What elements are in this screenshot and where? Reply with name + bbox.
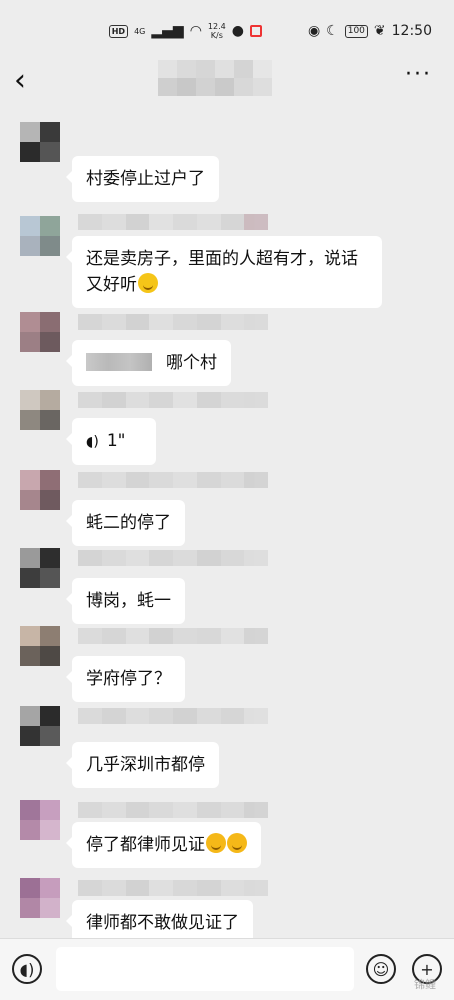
signal-icon: ▂▄▆ [151, 23, 184, 39]
message-input[interactable] [56, 947, 354, 991]
wifi-icon: ◠ [189, 23, 202, 39]
message-bubble[interactable]: 博岗，蚝一 [66, 578, 185, 624]
message-text: 蚝二的停了 [86, 513, 171, 533]
emoji-button[interactable]: ☺ [366, 954, 396, 984]
eye-icon: ◉ [307, 23, 321, 39]
avatar[interactable] [20, 800, 60, 840]
sender-name-redacted [78, 314, 268, 330]
voice-message-bubble[interactable]: ◖) 1" [66, 418, 156, 465]
avatar[interactable] [20, 390, 60, 430]
network-type: 4G [134, 26, 146, 36]
message-text: 几乎深圳市都停 [86, 755, 205, 775]
avatar[interactable] [20, 312, 60, 352]
avatar[interactable] [20, 706, 60, 746]
mention-redacted [86, 353, 152, 371]
message-text: 村委停止过户了 [86, 169, 205, 189]
message-text: 博岗，蚝一 [86, 591, 171, 611]
avatar[interactable] [20, 626, 60, 666]
more-options-button[interactable]: ··· [405, 62, 432, 87]
message-bubble[interactable]: 村委停止过户了 [66, 156, 219, 202]
moon-icon: ☾ [326, 23, 339, 39]
sender-name-redacted [78, 472, 268, 488]
sender-name-redacted [78, 802, 268, 818]
sender-name-redacted [78, 880, 268, 896]
chat-input-bar: ◖) ☺ + 锦鲤 [0, 938, 454, 1000]
voice-icon: ◖) [19, 959, 35, 979]
sender-name-redacted [78, 708, 268, 724]
message-text: 学府停了？ [86, 669, 171, 689]
message-bubble[interactable]: 律师都不敢做见证了 [66, 900, 253, 938]
message-bubble[interactable]: 蚝二的停了 [66, 500, 185, 546]
avatar[interactable] [20, 548, 60, 588]
message-text: 停了都律师见证 [86, 835, 205, 855]
message-text: 还是卖房子，里面的人超有才，说话又好听 [86, 249, 358, 295]
emoji-icon: ☺ [372, 959, 390, 979]
message-text: 律师都不敢做见证了 [86, 913, 239, 933]
status-bar: HD 4G ▂▄▆ ◠ 12.4 K/s ● ◉ ☾ 100 ❦ 12:50 [0, 0, 454, 62]
avatar[interactable] [20, 878, 60, 918]
message-bubble[interactable]: 学府停了？ [66, 656, 185, 702]
message-bubble[interactable]: 几乎深圳市都停 [66, 742, 219, 788]
app-notification-icon [249, 25, 262, 37]
laughing-crying-face-icon [227, 833, 247, 853]
voice-wave-icon: ◖) [86, 434, 99, 450]
chevron-left-icon[interactable]: ‹ [14, 66, 26, 96]
sender-name-redacted [78, 392, 268, 408]
avatar[interactable] [20, 470, 60, 510]
voice-duration: 1" [106, 431, 126, 451]
hd-icon: HD [108, 24, 129, 38]
sender-name-redacted [78, 550, 268, 566]
battery-icon: 100 [344, 24, 368, 38]
wechat-icon: ● [231, 23, 244, 39]
net-speed: 12.4 K/s [207, 22, 226, 40]
voice-input-button[interactable]: ◖) [12, 954, 42, 984]
sender-name-redacted [78, 214, 268, 230]
avatar[interactable] [20, 216, 60, 256]
avatar[interactable] [20, 122, 60, 162]
clock-time: 12:50 [391, 23, 432, 39]
watermark: 锦鲤 [414, 978, 436, 991]
sender-name-redacted [78, 628, 268, 644]
message-bubble[interactable]: 停了都律师见证 [66, 822, 261, 868]
chat-title-bar: ‹ ··· [0, 60, 454, 106]
smiling-face-icon [138, 273, 158, 293]
message-text: 哪个村 [166, 353, 217, 373]
message-bubble[interactable]: 哪个村 [66, 340, 231, 386]
message-bubble[interactable]: 还是卖房子，里面的人超有才，说话又好听 [66, 236, 382, 308]
laughing-crying-face-icon [206, 833, 226, 853]
leaf-icon: ❦ [373, 23, 386, 39]
chat-title-redacted [158, 60, 272, 96]
